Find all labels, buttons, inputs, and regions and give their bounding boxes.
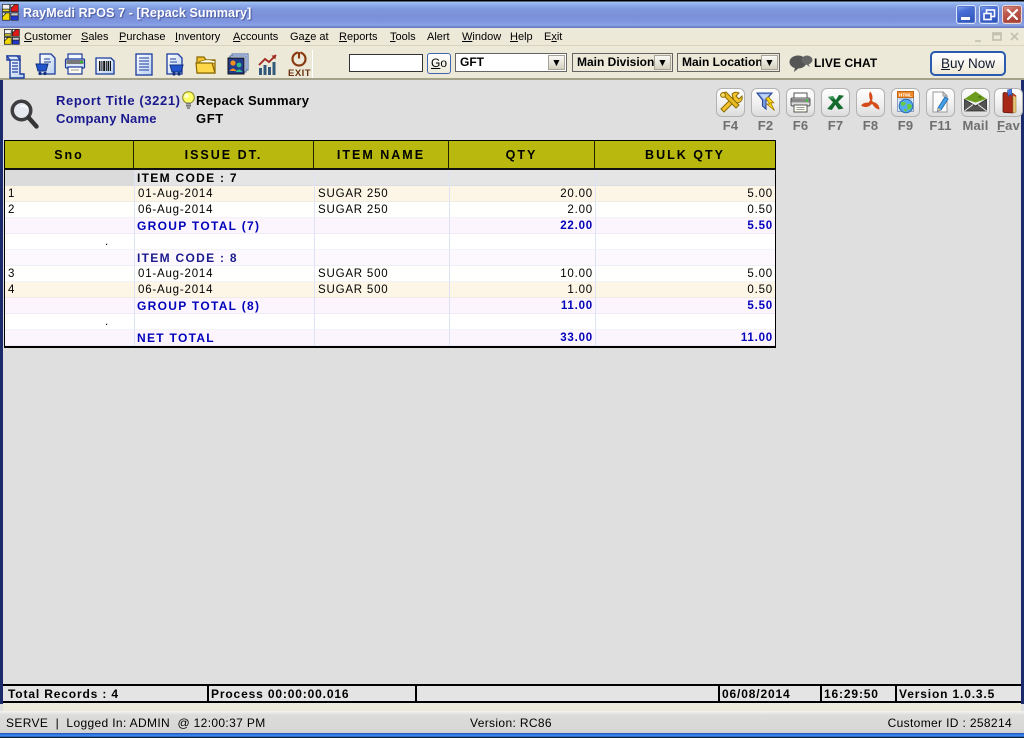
svg-text:HTML: HTML [899,93,912,98]
svg-text:EXIT: EXIT [288,68,311,79]
